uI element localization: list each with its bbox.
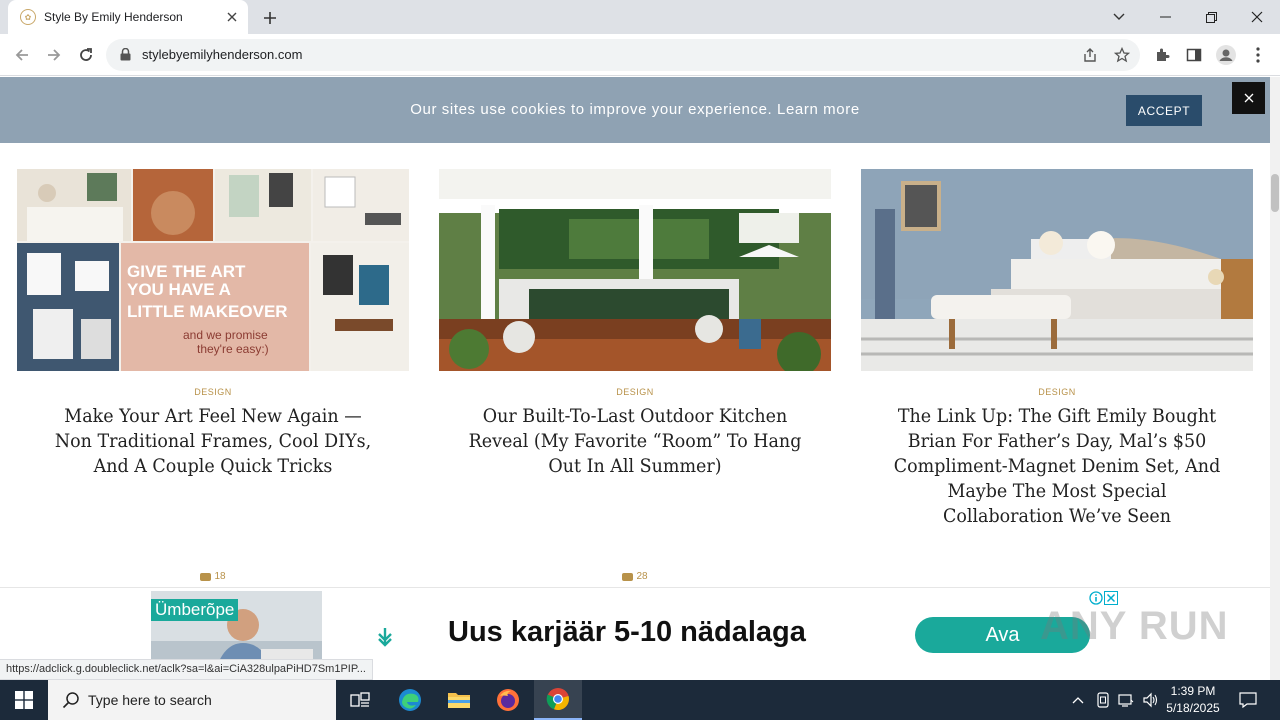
firefox-icon[interactable] <box>484 680 532 720</box>
file-explorer-icon[interactable] <box>435 680 483 720</box>
site-favicon-icon: ✿ <box>20 9 36 25</box>
volume-icon[interactable] <box>1140 690 1160 710</box>
comment-bubble-icon <box>622 572 634 581</box>
chevron-up-icon[interactable] <box>1068 690 1088 710</box>
article-category[interactable]: DESIGN <box>17 387 409 397</box>
comment-count-value: 28 <box>636 571 648 582</box>
cookie-banner: Our sites use cookies to improve your ex… <box>0 77 1270 143</box>
chrome-icon[interactable] <box>534 680 582 720</box>
address-bar[interactable]: stylebyemilyhenderson.com <box>106 39 1140 71</box>
comment-count[interactable]: 18 <box>17 571 409 582</box>
article-category[interactable]: DESIGN <box>861 387 1253 397</box>
network-icon[interactable] <box>1116 690 1136 710</box>
notifications-icon[interactable] <box>1238 690 1258 710</box>
clock-date: 5/18/2025 <box>1166 701 1220 715</box>
search-placeholder: Type here to search <box>88 692 212 708</box>
task-view-icon[interactable] <box>336 680 384 720</box>
windows-start-icon[interactable] <box>0 680 48 720</box>
scrollbar-thumb[interactable] <box>1271 174 1279 212</box>
page-scrollbar[interactable] <box>1270 77 1280 680</box>
status-bar-link: https://adclick.g.doubleclick.net/aclk?s… <box>0 659 373 680</box>
ad-logo-icon <box>376 624 394 653</box>
back-button[interactable] <box>10 43 34 67</box>
tab-strip: ✿ Style By Emily Henderson <box>0 0 1280 34</box>
section-divider <box>0 587 1270 588</box>
minimize-button[interactable] <box>1142 0 1188 34</box>
ad-info-icon[interactable] <box>1089 591 1103 605</box>
lock-icon[interactable] <box>120 47 131 66</box>
device-icon[interactable] <box>1093 690 1113 710</box>
article-title[interactable]: Our Built-To-Last Outdoor Kitchen Reveal… <box>468 404 803 479</box>
ad-brand-label: Ümberõpe <box>151 599 239 621</box>
art-makeover-line-2: YOU HAVE A <box>127 280 231 299</box>
bookmark-star-icon[interactable] <box>1112 45 1132 65</box>
side-panel-icon[interactable] <box>1184 45 1204 65</box>
ad-close-icon[interactable] <box>1104 591 1118 605</box>
close-tab-icon[interactable] <box>223 8 241 26</box>
browser-menu-icon[interactable] <box>1248 45 1268 65</box>
article-title[interactable]: The Link Up: The Gift Emily Bought Brian… <box>890 404 1225 529</box>
art-makeover-line-5: they're easy:) <box>197 342 269 356</box>
article-title[interactable]: Make Your Art Feel New Again — Non Tradi… <box>46 404 381 479</box>
clock-time: 1:39 PM <box>1170 684 1216 698</box>
comment-bubble-icon <box>200 572 212 581</box>
tab-title: Style By Emily Henderson <box>44 10 183 24</box>
close-window-button[interactable] <box>1234 0 1280 34</box>
accept-cookies-button[interactable]: ACCEPT <box>1126 95 1202 126</box>
taskbar-clock[interactable]: 1:39 PM 5/18/2025 <box>1160 683 1226 717</box>
profile-avatar-icon[interactable] <box>1216 45 1236 65</box>
cookie-message[interactable]: Our sites use cookies to improve your ex… <box>0 101 1270 118</box>
art-makeover-line-4: and we promise <box>183 328 268 342</box>
comment-count-value: 18 <box>214 571 226 582</box>
extensions-puzzle-icon[interactable] <box>1152 45 1172 65</box>
forward-button[interactable] <box>42 43 66 67</box>
article-image-outdoor-kitchen[interactable] <box>439 169 831 371</box>
windows-taskbar: Type here to search 1:39 PM 5/18/2025 <box>0 680 1280 720</box>
anyrun-watermark: ANY RUN <box>1040 604 1229 648</box>
article-image-bedroom[interactable] <box>861 169 1253 371</box>
url-text: stylebyemilyhenderson.com <box>142 47 303 62</box>
ad-headline[interactable]: Uus karjäär 5-10 nädalaga <box>448 616 806 649</box>
edge-browser-icon[interactable] <box>386 680 434 720</box>
art-makeover-line-3: LITTLE MAKEOVER <box>127 302 288 321</box>
share-icon[interactable] <box>1080 45 1100 65</box>
search-icon <box>62 691 80 714</box>
article-image-art-collage[interactable]: GIVE THE ART YOU HAVE A LITTLE MAKEOVER … <box>17 169 409 371</box>
tab-search-chevron-icon[interactable] <box>1096 0 1142 34</box>
article-category[interactable]: DESIGN <box>439 387 831 397</box>
browser-tab[interactable]: ✿ Style By Emily Henderson <box>8 0 248 34</box>
close-icon[interactable] <box>1232 82 1265 114</box>
art-makeover-line-1: GIVE THE ART <box>127 262 246 281</box>
browser-toolbar: stylebyemilyhenderson.com <box>0 34 1280 76</box>
restore-button[interactable] <box>1188 0 1234 34</box>
reload-button[interactable] <box>74 43 98 67</box>
new-tab-button[interactable] <box>258 6 282 30</box>
comment-count[interactable]: 28 <box>439 571 831 582</box>
taskbar-search-box[interactable]: Type here to search <box>48 680 336 720</box>
